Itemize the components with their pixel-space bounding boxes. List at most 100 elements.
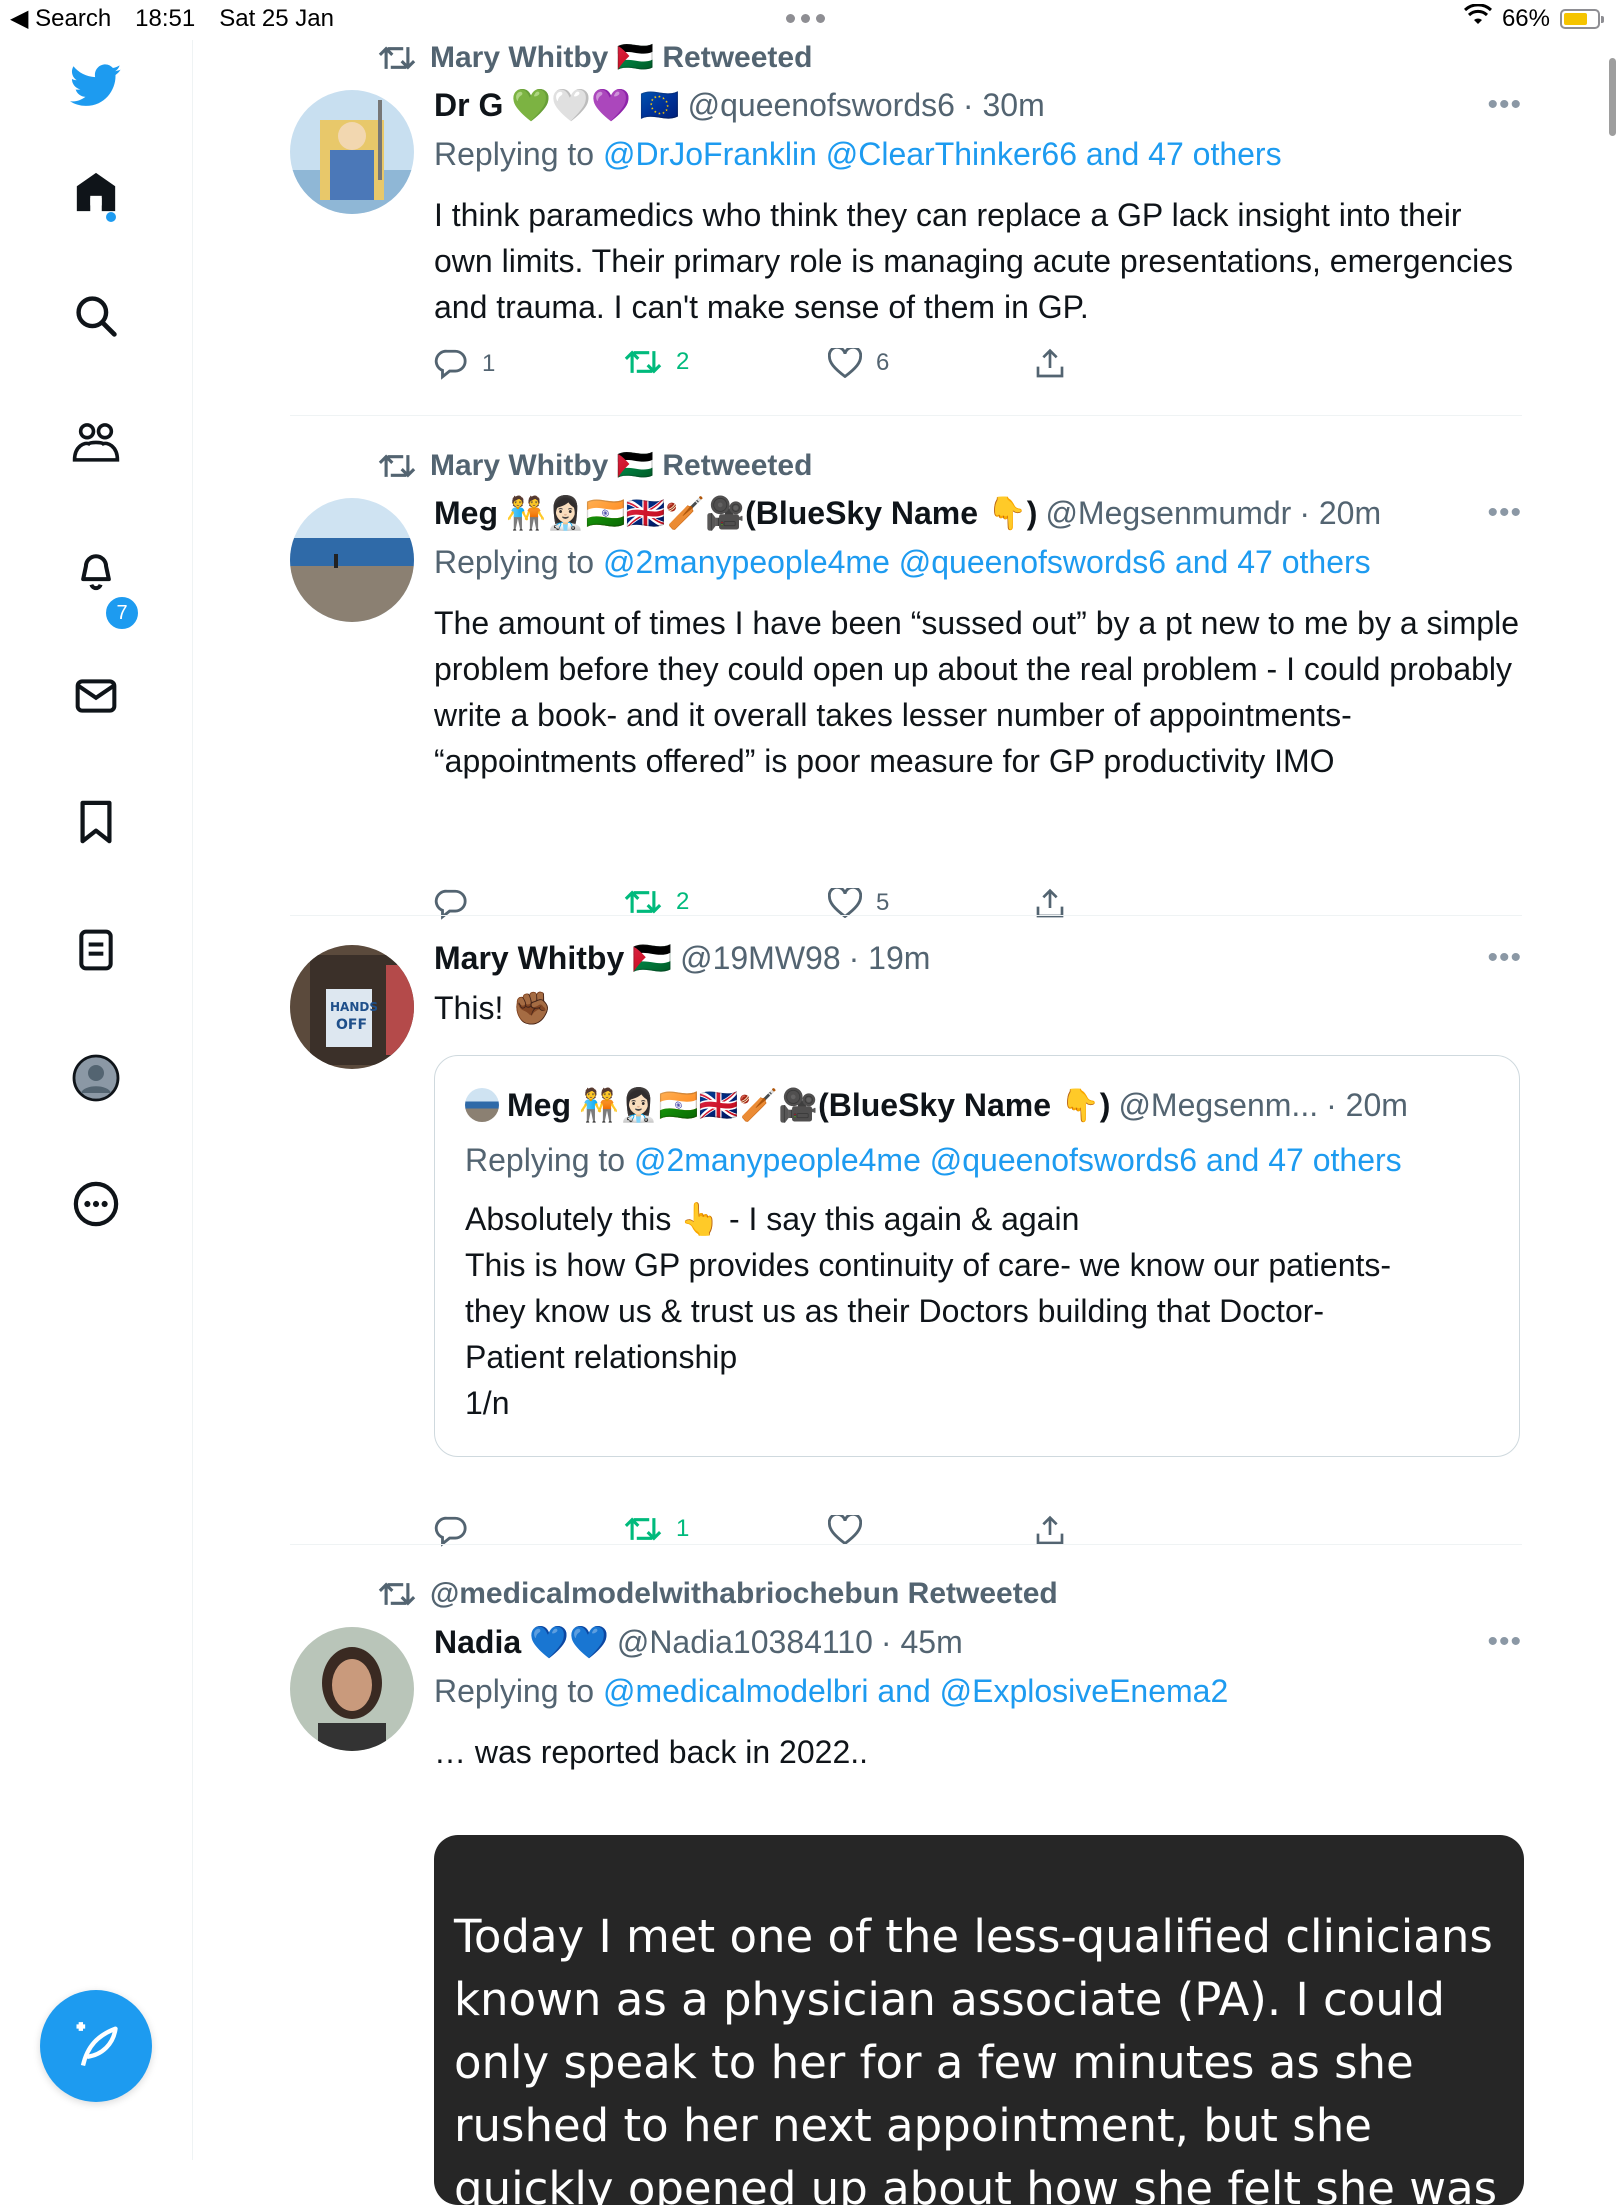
reply-count: 1 [482, 350, 496, 377]
replying-to-line: Replying to @medicalmodelbri and @Explos… [434, 1673, 1228, 1710]
divider [290, 1544, 1522, 1545]
tweet-time[interactable]: · 30m [963, 87, 1045, 124]
more-options-icon[interactable]: ••• [1487, 1625, 1522, 1659]
notification-count-badge: 7 [104, 595, 140, 631]
reply-button[interactable]: 1 [434, 348, 495, 380]
compose-tweet-button[interactable] [40, 1990, 152, 2102]
scrollbar[interactable] [1609, 58, 1616, 136]
quote-text-line: Absolutely this 👆 - I say this again & a… [465, 1201, 1080, 1237]
image-text: Today I met one of the less-qualified cl… [454, 1910, 1498, 2205]
author-name[interactable]: Mary Whitby [434, 940, 624, 977]
quote-text-line: Patient relationship [465, 1339, 738, 1375]
retweeted-by-label[interactable]: Mary Whitby 🇵🇸 Retweeted [430, 448, 812, 483]
tweet-image[interactable]: Today I met one of the less-qualified cl… [434, 1835, 1524, 2205]
replying-to-prefix: Replying to [434, 1673, 595, 1709]
divider [290, 415, 1522, 416]
retweet-button[interactable]: 2 [624, 348, 689, 376]
tweet-actions: 1 2 6 [434, 348, 1114, 388]
status-bar: ◀ Search 18:51 Sat 25 Jan 66% [0, 0, 1620, 40]
quote-text-line: they know us & trust us as their Doctors… [465, 1293, 1325, 1329]
tweet-text: … was reported back in 2022.. [434, 1734, 869, 1770]
retweet-icon [624, 350, 662, 374]
author-handle[interactable]: @Megsenmumdr [1045, 495, 1291, 532]
svg-text:HANDS: HANDS [330, 1000, 378, 1014]
home-unread-dot [106, 212, 116, 222]
reply-button[interactable] [434, 1515, 482, 1547]
lists-icon[interactable] [70, 924, 122, 976]
retweet-context: Mary Whitby 🇵🇸 Retweeted [378, 40, 812, 75]
quote-replying-to-links[interactable]: @2manypeople4me @queenofswords6 and 47 o… [634, 1142, 1402, 1178]
retweet-count: 2 [676, 348, 690, 375]
tweet-time[interactable]: · 19m [849, 940, 931, 977]
replying-to-line: Replying to @DrJoFranklin @ClearThinker6… [434, 136, 1282, 173]
author-name[interactable]: Meg [434, 495, 498, 532]
multitasking-dots-icon[interactable] [786, 14, 825, 23]
tweet-time[interactable]: · 45m [881, 1624, 963, 1661]
like-count: 5 [876, 889, 890, 916]
home-icon[interactable] [70, 166, 122, 218]
tweet-text: I think paramedics who think they can re… [434, 197, 1513, 325]
share-icon [1036, 1515, 1064, 1545]
retweet-icon [378, 453, 416, 478]
quote-text: Absolutely this 👆 - I say this again & a… [465, 1196, 1495, 1426]
retweet-button[interactable]: 1 [624, 1515, 689, 1543]
author-name[interactable]: Nadia [434, 1624, 521, 1661]
notifications-icon[interactable] [70, 544, 122, 596]
like-button[interactable]: 6 [828, 348, 889, 378]
wifi-icon [1463, 3, 1492, 33]
replying-to-prefix: Replying to [434, 544, 595, 580]
retweeted-by-label[interactable]: Mary Whitby 🇵🇸 Retweeted [430, 40, 812, 75]
author-handle[interactable]: @19MW98 [680, 940, 841, 977]
reply-icon [434, 349, 467, 380]
more-options-icon[interactable]: ••• [1487, 88, 1522, 122]
heart-icon [828, 348, 862, 378]
bookmarks-icon[interactable] [70, 796, 122, 848]
tweet-time[interactable]: · 20m [1299, 495, 1381, 532]
retweet-icon [624, 890, 662, 914]
reply-icon [434, 1516, 467, 1547]
avatar[interactable] [290, 90, 414, 214]
date-label: Sat 25 Jan [219, 4, 334, 32]
tweet[interactable]: HANDS OFF Mary Whitby 🇵🇸 @19MW98 · 19m ••… [290, 940, 1522, 1547]
like-button[interactable] [828, 1515, 876, 1545]
like-button[interactable]: 5 [828, 888, 889, 918]
more-icon[interactable] [70, 1178, 122, 1230]
quote-time: · 20m [1326, 1086, 1408, 1123]
share-button[interactable] [1034, 1515, 1066, 1547]
tweet[interactable]: @medicalmodelwithabriochebun Retweeted N… [290, 1577, 1524, 2205]
avatar[interactable] [290, 1627, 414, 1751]
avatar[interactable]: HANDS OFF [290, 945, 414, 1069]
author-handle[interactable]: @Nadia10384110 [617, 1624, 873, 1661]
quote-replying-to-prefix: Replying to [465, 1142, 626, 1178]
battery-percent: 66% [1501, 4, 1550, 32]
quote-text-line: 1/n [465, 1385, 510, 1421]
heart-icon [828, 1515, 862, 1545]
replying-to-links[interactable]: @DrJoFranklin @ClearThinker66 and 47 oth… [603, 136, 1282, 172]
avatar[interactable] [290, 498, 414, 622]
replying-to-links[interactable]: @2manypeople4me @queenofswords6 and 47 o… [603, 544, 1371, 580]
twitter-bird-icon[interactable] [70, 60, 122, 112]
tweet-text: This! ✊🏾 [434, 990, 553, 1026]
tweet[interactable]: Mary Whitby 🇵🇸 Retweeted Dr G 💚🤍💜 🇪🇺 @qu… [290, 40, 1522, 415]
retweet-button[interactable]: 2 [624, 888, 689, 916]
share-icon [1036, 348, 1064, 378]
retweeted-by-label[interactable]: @medicalmodelwithabriochebun Retweeted [430, 1577, 1058, 1611]
author-name-emoji: 💙💙 [529, 1624, 609, 1660]
author-handle[interactable]: @queenofswords6 [688, 87, 955, 124]
quoted-tweet[interactable]: Meg 🧑‍🤝‍🧑👩🏻‍⚕️🇮🇳🇬🇧🏏🎥(BlueSky Name 👇) @Me… [434, 1055, 1520, 1457]
more-options-icon[interactable]: ••• [1487, 941, 1522, 975]
share-button[interactable] [1034, 348, 1066, 380]
author-name[interactable]: Dr G [434, 87, 503, 124]
replying-to-links[interactable]: @medicalmodelbri and @ExplosiveEnema2 [603, 1673, 1228, 1709]
messages-icon[interactable] [70, 670, 122, 722]
tweet[interactable]: Mary Whitby 🇵🇸 Retweeted Meg 🧑‍🤝‍🧑👩🏻‍⚕️🇮… [290, 448, 1522, 920]
profile-icon[interactable] [70, 1052, 122, 1104]
divider [290, 915, 1522, 916]
more-options-icon[interactable]: ••• [1487, 496, 1522, 530]
retweet-count: 2 [676, 888, 690, 915]
back-to-search-link[interactable]: ◀ Search [10, 4, 111, 33]
communities-icon[interactable] [70, 416, 122, 468]
replying-to-prefix: Replying to [434, 136, 595, 172]
search-icon[interactable] [70, 290, 122, 342]
clock-time: 18:51 [135, 4, 196, 32]
